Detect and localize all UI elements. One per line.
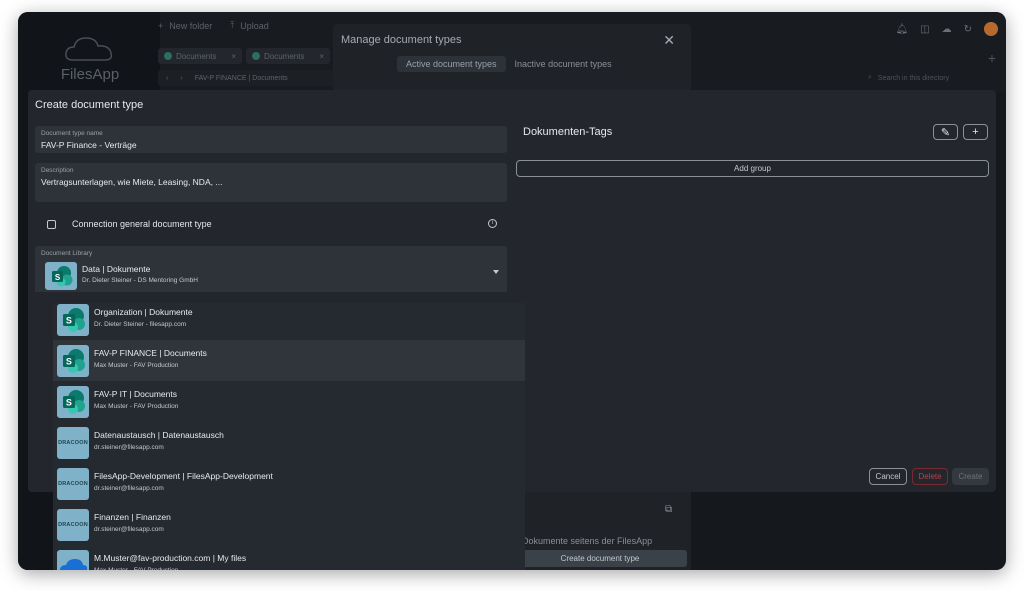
avatar[interactable] [984,22,998,36]
checkbox-label: Connection general document type [72,219,212,229]
cloud-logo-icon [65,37,113,61]
library-option-name: Datenaustausch | Datenaustausch [94,430,224,440]
upload-button[interactable]: ⤒ Upload [230,20,269,31]
dracoon-icon: DRACOON [57,468,89,500]
create-button[interactable]: Create [952,468,989,485]
new-folder-button[interactable]: + New folder [158,20,212,31]
library-option-owner: dr.steiner@filesapp.com [94,444,164,451]
search-input[interactable]: ⌕ Search in this directory [868,70,998,86]
library-option-owner: Max Muster - FAV Production [94,362,179,369]
add-tag-button[interactable]: + [963,124,988,140]
sharepoint-icon: S [57,386,89,418]
library-option-name: FilesApp-Development | FilesApp-Developm… [94,471,273,481]
info-icon[interactable]: i [488,219,497,228]
cloud-icon[interactable]: ☁ [942,24,952,35]
pencil-icon: ✎ [940,126,951,139]
selected-library-name: Data | Dokumente [82,264,151,274]
library-option[interactable]: M.Muster@fav-production.com | My files Ma… [53,545,525,570]
onedrive-icon [57,550,89,570]
library-option-owner: dr.steiner@filesapp.com [94,485,164,492]
sharepoint-icon [164,52,172,60]
library-option-name: M.Muster@fav-production.com | My files [94,553,247,563]
dracoon-icon: DRACOON [57,427,89,459]
app-window: FilesApp + New folder ⤒ Upload Documents × … [18,12,1006,570]
sharepoint-icon [252,52,260,60]
dracoon-icon: DRACOON [57,509,89,541]
toolbar: + New folder ⤒ Upload [158,20,269,31]
library-option-name: Finanzen | Finanzen [94,512,171,522]
chevron-down-icon[interactable] [493,270,499,274]
sharepoint-icon: S [57,345,89,377]
tab-inactive-document-types[interactable]: Inactive document types [506,56,621,72]
delete-button[interactable]: Delete [912,468,948,485]
create-document-type-button[interactable]: Create document type [513,550,687,567]
tab-bar: Documents × Documents × [158,48,330,64]
app-name: FilesApp [60,66,120,83]
cancel-button[interactable]: Cancel [869,468,907,485]
plus-icon: + [972,126,979,138]
library-option[interactable]: DRACOON Datenaustausch | Datenaustausch dr… [53,422,525,463]
app-logo: FilesApp [42,34,138,83]
close-icon[interactable]: ✕ [663,32,675,49]
sharepoint-icon: S [45,262,77,290]
bell-icon[interactable]: 🔔︎ [895,24,908,35]
document-library-select[interactable]: Document Library S Data | Dokumente Dr. … [35,246,507,292]
manage-partial-description: che Dokumente seitens der FilesApp [505,536,653,546]
edit-tags-button[interactable]: ✎ [933,124,958,140]
library-option-owner: Dr. Dieter Steiner - filesapp.com [94,321,187,328]
dialog-title: Create document type [35,99,144,111]
library-option-name: FAV-P IT | Documents [94,389,177,399]
back-icon[interactable]: ‹ [166,75,168,82]
refresh-icon[interactable]: ↻ [964,24,972,35]
library-option[interactable]: DRACOON FilesApp-Development | FilesApp-D… [53,463,525,504]
library-option-owner: Max Muster - FAV Production [94,567,178,570]
selected-library-owner: Dr. Dieter Steiner - DS Mentoring GmbH [82,277,198,284]
search-icon: ⌕ [868,74,872,81]
field-label: Description [41,167,74,174]
field-label: Document Library [41,250,93,257]
library-option[interactable]: S FAV-P IT | Documents Max Muster - FAV Pr… [53,381,525,422]
library-option[interactable]: S Organization | Dokumente Dr. Dieter Stei… [53,303,525,340]
library-option-name: FAV-P FINANCE | Documents [94,348,207,358]
tab-documents-2[interactable]: Documents × [246,48,330,64]
close-tab-icon[interactable]: × [231,52,236,61]
manage-tabs: Active document types Inactive document … [397,56,621,72]
library-option[interactable]: DRACOON Finanzen | Finanzen dr.steiner@fil… [53,504,525,545]
sharepoint-icon: S [57,304,89,336]
svg-text:S: S [55,273,61,282]
field-label: Document type name [41,130,103,137]
connection-general-row: Connection general document type i [35,210,507,238]
forward-icon[interactable]: › [180,75,182,82]
close-tab-icon[interactable]: × [319,52,324,61]
add-tab-icon[interactable]: + [988,50,996,66]
tab-active-document-types[interactable]: Active document types [397,56,506,72]
add-group-button[interactable]: Add group [516,160,989,177]
library-option-owner: Max Muster - FAV Production [94,403,179,410]
svg-text:S: S [66,316,72,326]
document-type-name-field[interactable]: Document type name FAV-P Finance - Vertr… [35,126,507,153]
tab-documents-1[interactable]: Documents × [158,48,242,64]
library-dropdown-list: S Organization | Dokumente Dr. Dieter Stei… [53,303,525,570]
connection-general-checkbox[interactable] [47,219,56,229]
svg-text:S: S [66,357,72,367]
header-icons: 🔔︎ ◫ ☁ ↻ [895,22,998,36]
upload-icon: ⤒ [230,20,235,30]
field-value: Vertragsunterlagen, wie Miete, Leasing, … [41,177,223,187]
layout-icon[interactable]: ◫ [920,24,929,35]
copy-icon[interactable]: ⧉ [665,504,672,515]
field-value: FAV-P Finance - Verträge [41,140,137,150]
svg-text:S: S [66,398,72,408]
tags-title: Dokumenten-Tags [523,126,613,138]
library-option-owner: dr.steiner@filesapp.com [94,526,164,533]
library-option[interactable]: S FAV-P FINANCE | Documents Max Muster - F… [53,340,525,381]
description-field[interactable]: Description Vertragsunterlagen, wie Miet… [35,163,507,202]
plus-icon: + [158,20,164,31]
manage-dialog-title: Manage document types [341,34,462,46]
library-option-name: Organization | Dokumente [94,307,193,317]
